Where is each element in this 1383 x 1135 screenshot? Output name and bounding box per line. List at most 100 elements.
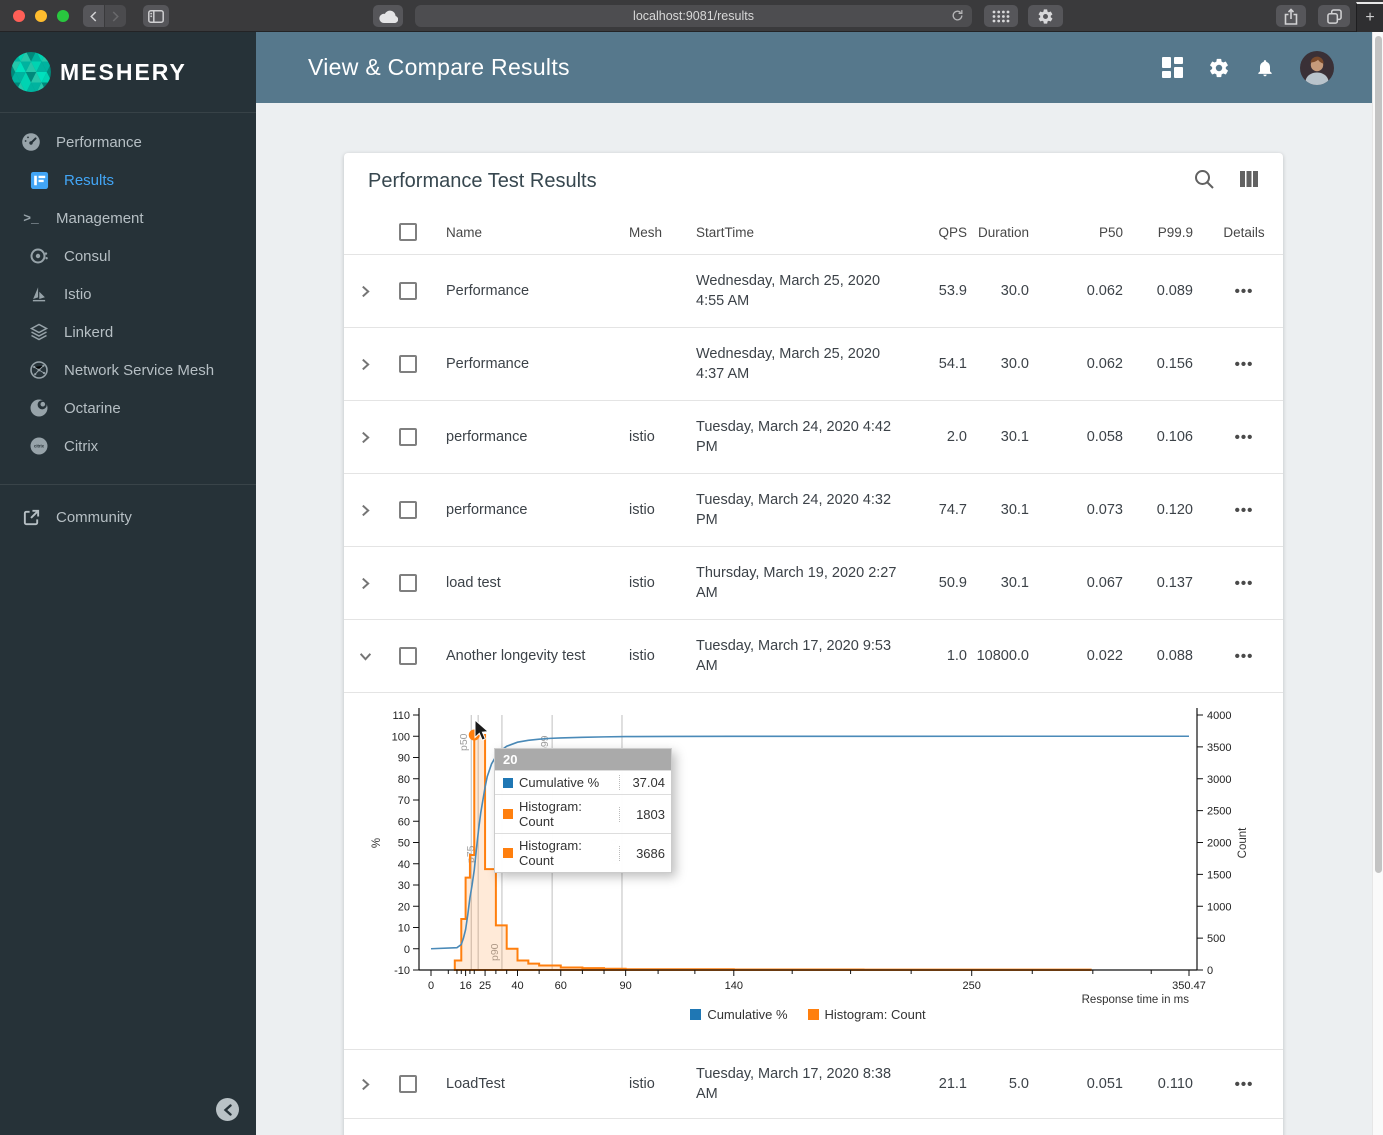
table-row[interactable]: LoadTest istio Tuesday, March 17, 2020 8… xyxy=(344,1050,1283,1119)
column-header-p999[interactable]: P99.9 xyxy=(1123,225,1193,240)
expand-chevron-icon[interactable] xyxy=(359,285,372,298)
legend-item[interactable]: Cumulative % xyxy=(690,1007,787,1022)
sidebar-item-istio[interactable]: Istio xyxy=(0,275,256,313)
column-header-p50[interactable]: P50 xyxy=(1029,225,1123,240)
sidebar-item-network-service-mesh[interactable]: Network Service Mesh xyxy=(0,351,256,389)
back-button[interactable] xyxy=(83,5,104,27)
user-avatar[interactable] xyxy=(1300,51,1334,85)
view-columns-icon[interactable] xyxy=(1239,170,1259,193)
start-time: Tuesday, March 17, 2020 9:53 AM xyxy=(684,636,910,676)
more-options-icon[interactable]: ••• xyxy=(1235,502,1254,519)
row-checkbox[interactable] xyxy=(399,428,417,446)
p50-value: 0.058 xyxy=(1029,429,1123,445)
settings-gear-icon[interactable] xyxy=(1208,57,1230,79)
more-options-icon[interactable]: ••• xyxy=(1235,575,1254,592)
expand-chevron-icon[interactable] xyxy=(359,358,372,371)
sidebar-item-management[interactable]: >_Management xyxy=(0,199,256,237)
row-checkbox[interactable] xyxy=(399,574,417,592)
forward-button[interactable] xyxy=(105,5,126,27)
table-row[interactable]: Another longevity test istio Tuesday, Ma… xyxy=(344,620,1283,693)
expand-chevron-icon[interactable] xyxy=(359,1078,372,1091)
zoom-window-icon[interactable] xyxy=(57,10,69,22)
share-button[interactable] xyxy=(1276,5,1306,27)
meshery-logo[interactable]: MESHERY xyxy=(0,32,256,113)
svg-text:2500: 2500 xyxy=(1207,806,1231,818)
svg-text:90: 90 xyxy=(620,980,632,992)
grid-button[interactable] xyxy=(984,5,1018,27)
more-options-icon[interactable]: ••• xyxy=(1235,1076,1254,1093)
expand-chevron-icon[interactable] xyxy=(359,431,372,444)
column-header-qps[interactable]: QPS xyxy=(910,225,967,240)
table-row[interactable]: load test istio Thursday, March 19, 2020… xyxy=(344,547,1283,620)
notifications-bell-icon[interactable] xyxy=(1255,57,1275,79)
sidebar-toggle-button[interactable] xyxy=(143,5,169,27)
row-checkbox[interactable] xyxy=(399,355,417,373)
more-options-icon[interactable]: ••• xyxy=(1235,356,1254,373)
expand-chevron-icon[interactable] xyxy=(359,650,372,663)
sidebar: MESHERY PerformanceResults>_ManagementCo… xyxy=(0,32,256,1135)
table-header-row: Name Mesh StartTime QPS Duration P50 P99… xyxy=(344,210,1283,255)
row-checkbox[interactable] xyxy=(399,647,417,665)
close-window-icon[interactable] xyxy=(13,10,25,22)
table-row[interactable]: Performance Wednesday, March 25, 2020 4:… xyxy=(344,328,1283,401)
column-header-duration[interactable]: Duration xyxy=(967,225,1029,240)
icloud-button[interactable] xyxy=(373,5,403,27)
minimize-window-icon[interactable] xyxy=(35,10,47,22)
column-header-details[interactable]: Details xyxy=(1193,225,1283,240)
consul-icon xyxy=(29,246,49,266)
row-checkbox[interactable] xyxy=(399,1075,417,1093)
latency-histogram-chart[interactable]: p50p75p90p99p99.901625406090140250350.47… xyxy=(344,693,1283,1005)
result-chart-panel: p50p75p90p99p99.901625406090140250350.47… xyxy=(344,693,1283,1050)
svg-text:4000: 4000 xyxy=(1207,710,1231,722)
tooltip-header: 20 xyxy=(495,749,671,770)
search-icon[interactable] xyxy=(1193,168,1215,195)
sidebar-collapse-button[interactable] xyxy=(216,1098,239,1121)
svg-text:1000: 1000 xyxy=(1207,901,1231,913)
sidebar-item-results[interactable]: Results xyxy=(0,161,256,199)
settings-extension-button[interactable] xyxy=(1028,5,1063,27)
sidebar-item-label: Management xyxy=(56,210,144,227)
tab-overview-button[interactable] xyxy=(1318,5,1350,27)
sidebar-item-community[interactable]: Community xyxy=(0,498,256,536)
more-options-icon[interactable]: ••• xyxy=(1235,429,1254,446)
reload-icon[interactable] xyxy=(951,9,964,25)
expand-chevron-icon[interactable] xyxy=(359,504,372,517)
new-tab-button[interactable]: + xyxy=(1356,2,1383,32)
url-text: localhost:9081/results xyxy=(633,9,754,23)
sidebar-item-performance[interactable]: Performance xyxy=(0,123,256,161)
expand-chevron-icon[interactable] xyxy=(359,577,372,590)
sidebar-item-octarine[interactable]: Octarine xyxy=(0,389,256,427)
sidebar-item-linkerd[interactable]: Linkerd xyxy=(0,313,256,351)
p999-value: 0.089 xyxy=(1123,283,1193,299)
column-header-starttime[interactable]: StartTime xyxy=(684,225,910,240)
table-row[interactable]: performance istio Tuesday, March 24, 202… xyxy=(344,474,1283,547)
tooltip-row: Histogram: Count3686 xyxy=(495,833,671,872)
column-header-name[interactable]: Name xyxy=(434,225,617,240)
qps-value: 21.1 xyxy=(910,1076,967,1092)
more-options-icon[interactable]: ••• xyxy=(1235,648,1254,665)
svg-text:2000: 2000 xyxy=(1207,838,1231,850)
table-row[interactable]: Performance Wednesday, March 25, 2020 4:… xyxy=(344,255,1283,328)
page-scrollbar[interactable] xyxy=(1372,32,1383,1135)
citrix-icon: citrix xyxy=(29,436,49,456)
mesh-name: istio xyxy=(617,502,684,518)
sidebar-item-citrix[interactable]: citrixCitrix xyxy=(0,427,256,465)
select-all-checkbox[interactable] xyxy=(399,223,417,241)
legend-swatch xyxy=(690,1009,701,1020)
dashboard-icon[interactable] xyxy=(1162,57,1183,78)
legend-item[interactable]: Histogram: Count xyxy=(808,1007,926,1022)
test-name: load test xyxy=(434,575,617,591)
row-checkbox[interactable] xyxy=(399,282,417,300)
svg-text:40: 40 xyxy=(398,859,410,871)
scrollbar-thumb[interactable] xyxy=(1375,36,1382,873)
column-header-mesh[interactable]: Mesh xyxy=(617,225,684,240)
row-checkbox[interactable] xyxy=(399,501,417,519)
share-icon xyxy=(1284,8,1298,25)
more-options-icon[interactable]: ••• xyxy=(1235,283,1254,300)
address-bar[interactable]: localhost:9081/results xyxy=(415,5,972,27)
test-name: Another longevity test xyxy=(434,648,617,664)
table-row[interactable]: performance istio Tuesday, March 24, 202… xyxy=(344,401,1283,474)
sidebar-item-consul[interactable]: Consul xyxy=(0,237,256,275)
test-name: Performance xyxy=(434,356,617,372)
p999-value: 0.156 xyxy=(1123,356,1193,372)
